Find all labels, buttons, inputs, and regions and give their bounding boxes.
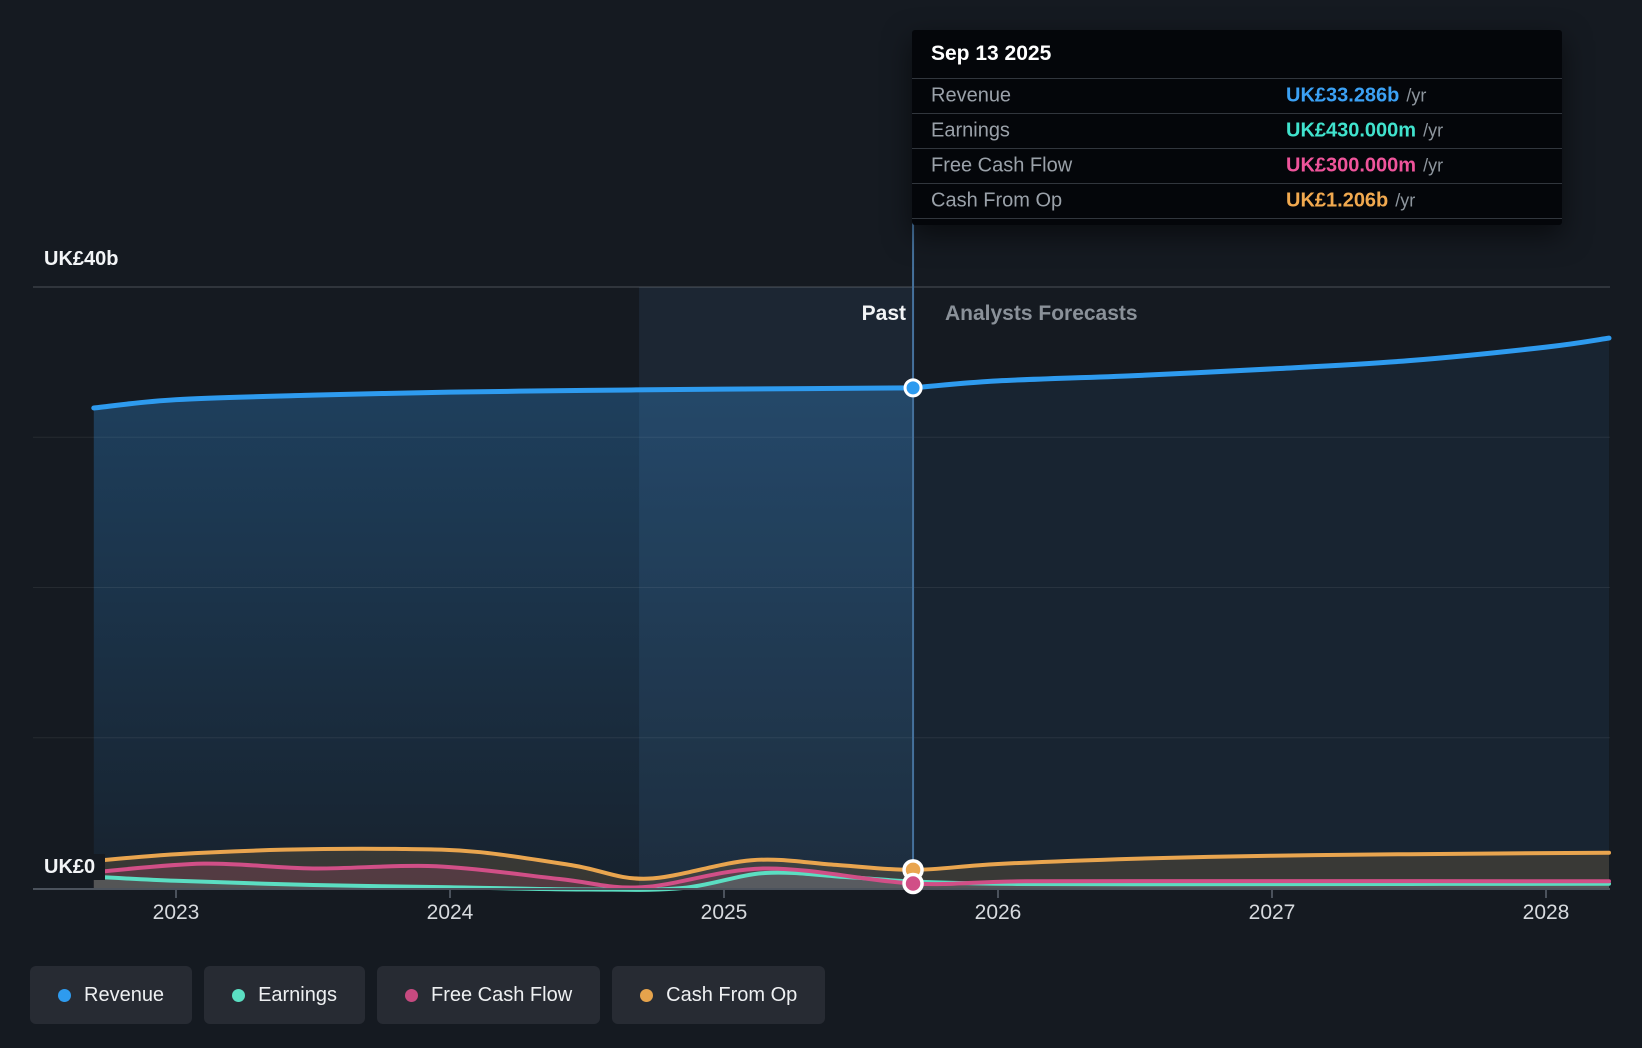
legend-dot-icon [405,988,418,1002]
legend-label: Free Cash Flow [431,983,573,1006]
y-axis-label-0: UK£0 [44,854,106,880]
tooltip-row-label: Revenue [931,84,1012,107]
tooltip-row-label: Free Cash Flow [931,154,1073,177]
tooltip-row-unit: /yr [1406,85,1427,106]
x-axis-label-2026: 2026 [974,901,1022,924]
tooltip-row-value: UK£33.286b/yr [1286,84,1427,107]
legend-item-free-cash-flow[interactable]: Free Cash Flow [377,966,601,1024]
forecast-section-label: Analysts Forecasts [945,302,1138,325]
y-axis-label-40b: UK£40b [44,246,129,272]
tooltip-row-free-cash-flow: Free Cash Flow UK£300.000m/yr [912,148,1562,183]
tooltip-row-revenue: Revenue UK£33.286b/yr [912,78,1562,113]
revenue-marker-dot[interactable] [903,378,923,398]
tooltip-row-value: UK£1.206b/yr [1286,189,1416,212]
tooltip-row-unit: /yr [1423,155,1444,176]
legend-label: Revenue [84,983,165,1006]
past-section-label: Past [861,302,906,325]
tooltip-row-unit: /yr [1395,190,1416,211]
revenue-forecast-area [913,338,1610,889]
x-axis-label-2028: 2028 [1522,901,1570,924]
legend-item-revenue[interactable]: Revenue [30,966,193,1024]
tooltip-row-label: Earnings [931,119,1010,142]
legend-dot-icon [58,988,71,1002]
tooltip-rows: Revenue UK£33.286b/yr Earnings UK£430.000m /… [912,78,1562,219]
legend-dot-icon [232,988,246,1002]
chart-stage: UK£40b UK£0 2023 2024 2025 2026 2027 2028 Pas… [0,0,1642,1048]
tooltip-row-earnings: Earnings UK£430.000m/yr [912,113,1562,148]
legend-item-earnings[interactable]: Earnings [204,966,365,1024]
chart-legend: Revenue Earnings Free Cash Flow Cash From O… [30,966,826,1024]
x-axis-label-2024: 2024 [426,901,474,924]
free-cash-flow-marker-dot[interactable] [902,872,924,895]
tooltip-row-value: UK£430.000m/yr [1286,119,1444,142]
tooltip-date: Sep 13 2025 [931,42,1052,65]
legend-label: Earnings [258,983,337,1006]
tooltip-row-unit: /yr [1423,120,1444,141]
legend-dot-icon [640,988,654,1002]
tooltip-row-cash-from-op: Cash From Op UK£1.206b/yr [912,183,1562,219]
tooltip-row-label: Cash From Op [931,189,1063,212]
x-axis-label-2025: 2025 [700,901,748,924]
tooltip-row-value: UK£300.000m/yr [1286,154,1444,177]
legend-item-cash-from-op[interactable]: Cash From Op [612,966,826,1024]
chart-tooltip: Sep 13 2025 Revenue UK£33.286b/yr Earnings… [912,30,1562,225]
x-axis-label-2027: 2027 [1248,901,1296,924]
x-axis-label-2023: 2023 [152,901,200,924]
legend-label: Cash From Op [666,983,798,1006]
